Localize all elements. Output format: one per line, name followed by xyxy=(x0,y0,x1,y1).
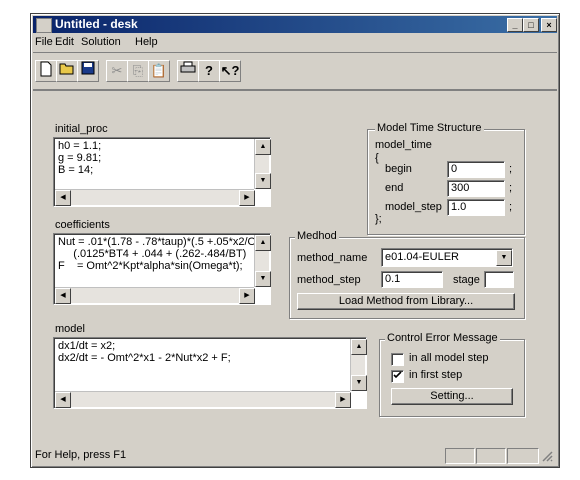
scroll-left-icon[interactable]: ◀ xyxy=(55,392,71,408)
method-name-value: e01.04-EULER xyxy=(385,251,459,263)
client-area: initial_proc h0 = 1.1; g = 9.81; B = 14;… xyxy=(33,90,557,445)
app-icon xyxy=(36,18,52,33)
chevron-down-icon[interactable]: ▼ xyxy=(496,250,512,266)
first-step-label: in first step xyxy=(409,369,463,381)
model-time-structure-title: Model Time Structure xyxy=(375,122,484,134)
scroll-down-icon[interactable]: ▼ xyxy=(255,173,271,189)
coefficients-text[interactable]: Nut = .01*(1.78 - .78*taup)*(.5 +.05*x2/… xyxy=(58,236,254,288)
model-editor[interactable]: dx1/dt = x2; dx2/dt = - Omt^2*x1 - 2*Nut… xyxy=(53,337,367,409)
title-bar[interactable]: Untitled - desk _ □ × xyxy=(33,16,557,33)
coefficients-label: coefficients xyxy=(55,219,110,231)
open-folder-icon[interactable] xyxy=(56,60,78,82)
control-error-title: Control Error Message xyxy=(385,332,500,344)
all-steps-checkbox[interactable] xyxy=(391,353,404,366)
begin-label: begin xyxy=(385,163,412,175)
status-panel-1 xyxy=(445,448,475,464)
scroll-up-icon[interactable]: ▲ xyxy=(255,139,271,155)
model-time-header: model_time xyxy=(375,139,432,151)
main-window: Untitled - desk _ □ × File Edit Solution… xyxy=(30,13,560,468)
menu-edit[interactable]: Edit xyxy=(55,36,74,48)
end-separator: ; xyxy=(509,182,513,194)
scroll-right-icon[interactable]: ▶ xyxy=(239,190,255,206)
resize-grip-icon[interactable] xyxy=(541,450,553,462)
all-steps-label: in all model step xyxy=(409,352,489,364)
begin-field[interactable]: 0 xyxy=(447,161,505,178)
menu-bar: File Edit Solution Help xyxy=(33,34,557,51)
initial-proc-vscroll[interactable]: ▲ ▼ xyxy=(254,139,271,189)
stage-field[interactable] xyxy=(484,271,514,288)
scroll-right-icon[interactable]: ▶ xyxy=(239,288,255,304)
new-document-icon[interactable] xyxy=(35,60,57,82)
status-panel-3 xyxy=(507,448,539,464)
status-bar: For Help, press F1 xyxy=(33,446,557,464)
method-name-label: method_name xyxy=(297,252,368,264)
coefficients-editor[interactable]: Nut = .01*(1.78 - .78*taup)*(.5 +.05*x2/… xyxy=(53,233,271,305)
scroll-left-icon[interactable]: ◀ xyxy=(55,190,71,206)
menu-solution[interactable]: Solution xyxy=(81,36,121,48)
initial-proc-hscroll[interactable]: ◀ ▶ xyxy=(55,189,255,206)
method-name-select[interactable]: e01.04-EULER ▼ xyxy=(381,248,513,267)
end-label: end xyxy=(385,182,404,194)
print-icon[interactable] xyxy=(177,60,199,82)
close-button[interactable]: × xyxy=(541,18,557,32)
status-panel-2 xyxy=(476,448,506,464)
model-step-field[interactable]: 1.0 xyxy=(447,199,505,216)
copy-icon[interactable]: ⎘ xyxy=(127,60,149,82)
scroll-right-icon[interactable]: ▶ xyxy=(335,392,351,408)
scroll-up-icon[interactable]: ▲ xyxy=(351,339,367,355)
scroll-up-icon[interactable]: ▲ xyxy=(255,235,271,251)
method-step-field[interactable]: 0.1 xyxy=(381,271,443,288)
minimize-button[interactable]: _ xyxy=(507,18,523,32)
model-vscroll[interactable]: ▲ ▼ xyxy=(350,339,367,391)
model-hscroll[interactable]: ◀ ▶ xyxy=(55,391,351,408)
model-step-label: model_step xyxy=(385,201,442,213)
setting-button[interactable]: Setting... xyxy=(391,388,513,405)
context-help-icon[interactable]: ↖? xyxy=(219,60,241,82)
scroll-down-icon[interactable]: ▼ xyxy=(255,271,271,287)
initial-proc-text[interactable]: h0 = 1.1; g = 9.81; B = 14; xyxy=(58,140,254,190)
save-disk-icon[interactable] xyxy=(77,60,99,82)
model-step-separator: ; xyxy=(509,201,513,213)
coefficients-hscroll[interactable]: ◀ ▶ xyxy=(55,287,255,304)
checkmark-icon xyxy=(393,371,402,379)
close-brace: }; xyxy=(375,213,382,225)
end-field[interactable]: 300 xyxy=(447,180,505,197)
model-label: model xyxy=(55,323,85,335)
cut-icon[interactable]: ✂ xyxy=(106,60,128,82)
paste-icon[interactable]: 📋 xyxy=(148,60,170,82)
help-question-icon[interactable]: ? xyxy=(198,60,220,82)
stage-label: stage xyxy=(453,274,480,286)
open-brace: { xyxy=(375,152,379,164)
status-text: For Help, press F1 xyxy=(35,449,127,461)
maximize-button[interactable]: □ xyxy=(523,18,539,32)
method-group-title: Medhod xyxy=(295,230,339,242)
begin-separator: ; xyxy=(509,163,513,175)
load-method-button[interactable]: Load Method from Library... xyxy=(297,293,515,310)
initial-proc-editor[interactable]: h0 = 1.1; g = 9.81; B = 14; ▲ ▼ ◀ ▶ xyxy=(53,137,271,207)
window-title: Untitled - desk xyxy=(55,17,138,31)
coefficients-vscroll[interactable]: ▲ ▼ xyxy=(254,235,271,287)
scroll-left-icon[interactable]: ◀ xyxy=(55,288,71,304)
initial-proc-label: initial_proc xyxy=(55,123,108,135)
scroll-down-icon[interactable]: ▼ xyxy=(351,375,367,391)
toolbar: ✂ ⎘ 📋 ? ↖? xyxy=(33,52,557,90)
method-step-label: method_step xyxy=(297,274,361,286)
first-step-checkbox[interactable] xyxy=(391,370,404,383)
model-text[interactable]: dx1/dt = x2; dx2/dt = - Omt^2*x1 - 2*Nut… xyxy=(58,340,348,392)
menu-file[interactable]: File xyxy=(35,36,53,48)
menu-help[interactable]: Help xyxy=(135,36,158,48)
